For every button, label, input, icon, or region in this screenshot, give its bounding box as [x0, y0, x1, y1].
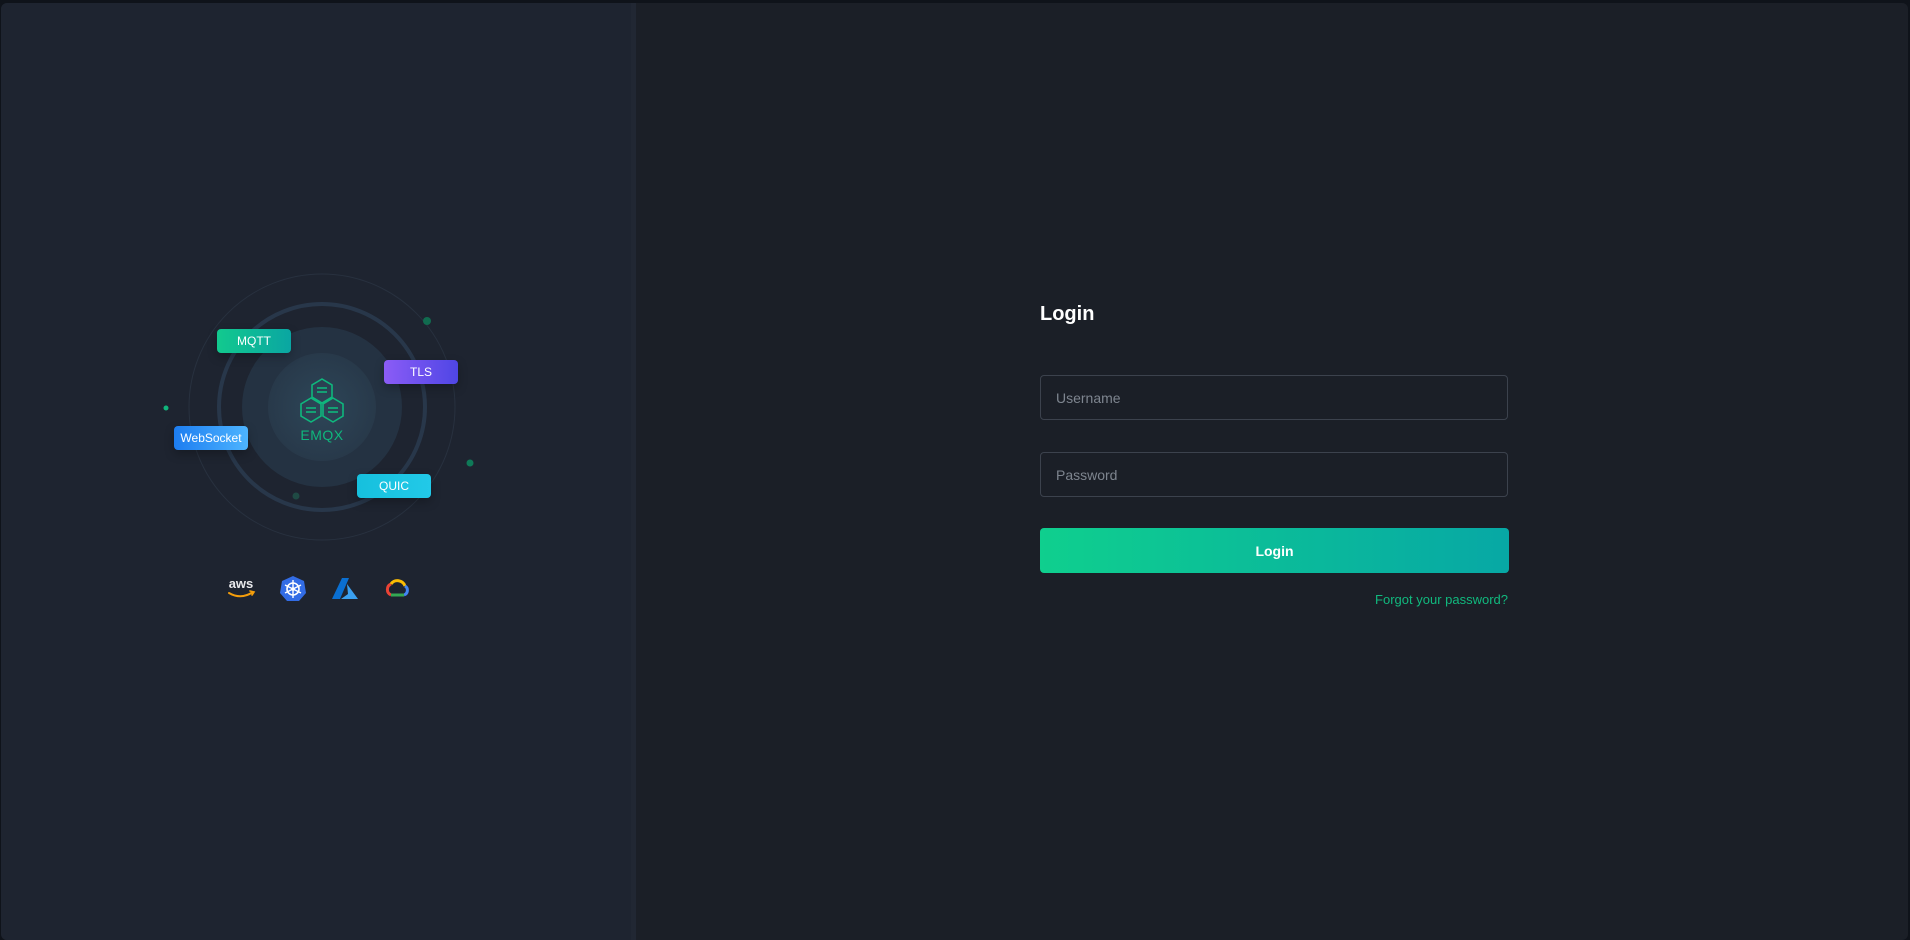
orbit-graphic	[163, 273, 474, 541]
cloud-logos: aws	[224, 573, 414, 603]
emqx-brand-label: EMQX	[300, 427, 344, 443]
tls-tag: TLS	[384, 360, 458, 384]
orbit-dot	[163, 405, 169, 411]
mqtt-tag: MQTT	[217, 329, 291, 353]
svg-text:aws: aws	[229, 576, 254, 591]
illustration-panel: MQTT TLS WebSocket QUIC EMQX aws	[1, 3, 636, 940]
kubernetes-icon	[280, 576, 306, 601]
azure-icon	[332, 578, 358, 599]
login-button[interactable]: Login	[1040, 528, 1509, 573]
orbit-dot	[292, 492, 300, 500]
username-input[interactable]	[1040, 375, 1508, 420]
protocol-illustration: MQTT TLS WebSocket QUIC EMQX aws	[1, 3, 636, 940]
aws-logo-icon: aws	[228, 576, 256, 598]
password-input[interactable]	[1040, 452, 1508, 497]
google-cloud-icon	[385, 579, 409, 597]
login-title: Login	[1040, 303, 1095, 325]
orbit-dot	[466, 459, 474, 467]
forgot-password-link[interactable]: Forgot your password?	[1375, 592, 1508, 607]
websocket-tag: WebSocket	[174, 426, 248, 450]
quic-tag: QUIC	[357, 474, 431, 498]
core-disc	[268, 353, 376, 461]
orbit-dot	[423, 317, 431, 325]
app-window: MQTT TLS WebSocket QUIC EMQX aws Login U…	[1, 3, 1908, 940]
